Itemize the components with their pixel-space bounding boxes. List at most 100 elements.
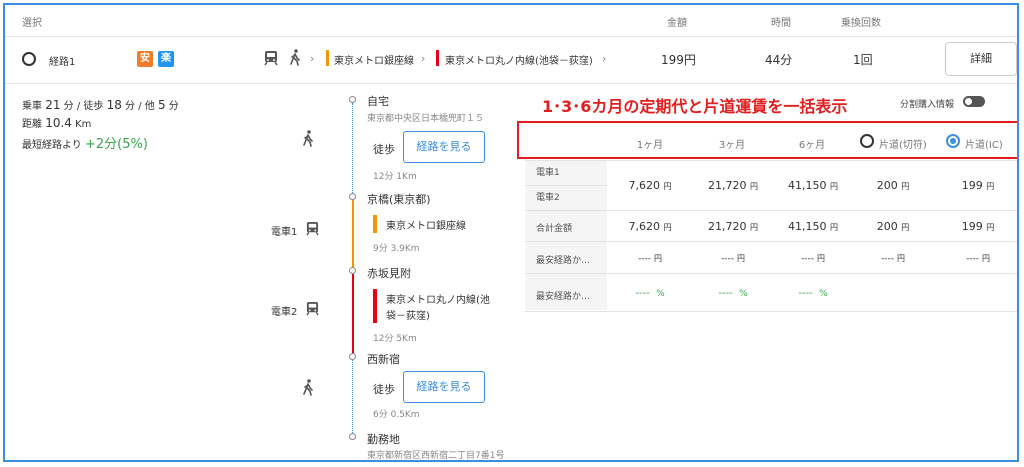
distance-summary: 距離 10.4 Km (22, 116, 92, 130)
ginza-segment-line (352, 200, 354, 270)
row-cheapest-diff-label: 最安経路か… (536, 256, 591, 266)
total-fare-1m: 7,620 円 (628, 220, 672, 233)
row-cheapest-pct-label: 最安経路か… (536, 292, 591, 302)
ginza-line-color (326, 50, 329, 66)
route-time: 44分 (765, 53, 793, 67)
row-train1-label: 電車1 (536, 168, 560, 178)
col-1-month: 1ヶ月 (636, 140, 664, 151)
end-point-address: 東京都新宿区西新宿二丁目7番1号 (367, 451, 505, 461)
col-3-month: 3ヶ月 (718, 140, 746, 151)
cheapest-pct-6m: ---- % (798, 288, 828, 299)
train1-info: 9分 3.9Km (373, 244, 420, 254)
annotation-highlight-box (517, 121, 1017, 159)
marunouchi-line-color (436, 50, 439, 66)
station1-name: 京橋(東京都) (367, 193, 431, 206)
train1-label: 電車1 (271, 227, 298, 238)
timeline-node (349, 193, 356, 200)
station3-name: 西新宿 (367, 353, 400, 366)
installment-label: 分割購入情報 (900, 100, 955, 110)
end-point-name: 勤務地 (367, 433, 400, 446)
time-column-header: 時間 (771, 18, 791, 29)
train-fare-ticket: 200 円 (876, 179, 910, 192)
cheapest-diff-ic: ---- 円 (966, 254, 990, 264)
walk1-view-route-button[interactable]: 経路を見る (403, 131, 485, 163)
train2-info: 12分 5Km (373, 334, 417, 344)
chevron-right-icon: › (421, 52, 426, 65)
fare-column-header: 金額 (667, 18, 687, 29)
train-icon (306, 301, 319, 316)
marunouchi-line-color (373, 289, 377, 323)
shortest-comparison: 最短経路より +2分(5%) (22, 137, 148, 152)
table-divider (525, 185, 607, 186)
table-divider (525, 210, 1017, 211)
train-icon (264, 50, 278, 66)
walk2-view-route-button[interactable]: 経路を見る (403, 371, 485, 403)
timeline-node (349, 353, 356, 360)
total-fare-3m: 21,720 円 (708, 220, 758, 233)
route-line2: 東京メトロ丸ノ内線(池袋－荻窪) (445, 56, 593, 67)
walk2-label: 徒歩 (373, 383, 395, 396)
start-point-name: 自宅 (367, 95, 389, 108)
total-fare-ticket: 200 円 (876, 220, 910, 233)
train-fare-ic: 199 円 (961, 179, 995, 192)
train-fare-3m: 21,720 円 (708, 179, 758, 192)
train-fare-1m: 7,620 円 (628, 179, 672, 192)
row-total-label: 合計金額 (536, 224, 573, 234)
table-divider (525, 241, 1017, 242)
row-train2-label: 電車2 (536, 193, 560, 203)
walk-icon (302, 379, 314, 396)
train2-line-part2: 袋－荻窪) (386, 311, 430, 322)
installment-toggle[interactable] (963, 96, 985, 107)
chevron-right-icon: › (310, 52, 315, 65)
route-name: 経路1 (49, 57, 76, 68)
train2-line-part1: 東京メトロ丸ノ内線(池 (386, 295, 490, 306)
route-fare: 199円 (661, 53, 696, 67)
walk-segment-line (352, 103, 353, 195)
train-icon (306, 221, 319, 236)
train1-line: 東京メトロ銀座線 (386, 221, 466, 232)
route-result-panel: 選択 金額 時間 乗換回数 経路1 安 楽 › 東京メトロ銀座線 › 東京メトロ… (3, 3, 1019, 462)
total-fare-ic: 199 円 (961, 220, 995, 233)
select-column-header: 選択 (22, 18, 42, 29)
cheapest-diff-6m: ---- 円 (801, 254, 825, 264)
route-line1: 東京メトロ銀座線 (334, 56, 414, 67)
ride-summary: 乗車 21 分 / 徒歩 18 分 / 他 5 分 (22, 98, 179, 112)
chevron-right-icon: › (602, 52, 607, 65)
table-divider (525, 273, 1017, 274)
col-ic: 片道(IC) (965, 140, 1003, 151)
walk-icon (302, 130, 314, 147)
col-ticket: 片道(切符) (879, 140, 927, 151)
route-select-radio[interactable] (22, 52, 36, 66)
easy-badge: 楽 (158, 51, 174, 67)
cheapest-diff-ticket: ---- 円 (881, 254, 905, 264)
col-6-month: 6ヶ月 (798, 140, 826, 151)
table-divider (525, 160, 1017, 161)
detail-button[interactable]: 詳細 (945, 42, 1017, 76)
annotation-text: 1･3･6カ月の定期代と片道運賃を一括表示 (542, 97, 848, 116)
route-row[interactable]: 経路1 安 楽 › 東京メトロ銀座線 › 東京メトロ丸ノ内線(池袋－荻窪) › … (5, 36, 1017, 84)
transfers-column-header: 乗換回数 (841, 18, 881, 29)
marunouchi-segment-line (352, 274, 354, 356)
timeline-node (349, 267, 356, 274)
train-fare-6m: 41,150 円 (788, 179, 838, 192)
route-transfers: 1回 (853, 53, 873, 67)
cheapest-diff-3m: ---- 円 (721, 254, 745, 264)
walk-icon (289, 49, 301, 66)
ic-fare-radio[interactable] (946, 134, 960, 148)
ginza-line-color (373, 215, 377, 233)
train2-label: 電車2 (271, 307, 298, 318)
cheapest-pct-3m: ---- % (718, 288, 748, 299)
walk1-info: 12分 1Km (373, 172, 417, 182)
walk2-info: 6分 0.5Km (373, 410, 420, 420)
station2-name: 赤坂見附 (367, 267, 411, 280)
cheapest-pct-1m: ---- % (635, 288, 665, 299)
ticket-fare-radio[interactable] (860, 134, 874, 148)
walk-segment-line (352, 360, 353, 435)
walk1-label: 徒歩 (373, 143, 395, 156)
start-point-address: 東京都中央区日本橋兜町１５ (367, 114, 485, 124)
safe-badge: 安 (137, 51, 153, 67)
table-divider (525, 311, 1017, 312)
total-fare-6m: 41,150 円 (788, 220, 838, 233)
timeline-node (349, 433, 356, 440)
cheapest-diff-1m: ---- 円 (638, 254, 662, 264)
